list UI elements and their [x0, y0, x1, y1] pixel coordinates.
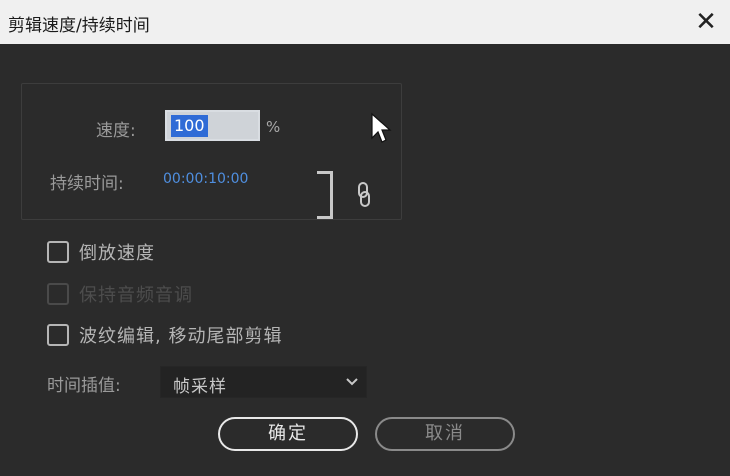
speed-label: 速度:	[96, 121, 136, 141]
reverse-speed-label: 倒放速度	[79, 243, 155, 264]
speed-unit: %	[266, 118, 281, 136]
duration-label: 持续时间:	[50, 174, 124, 194]
close-icon[interactable]: ✕	[688, 4, 724, 40]
cancel-button[interactable]: 取消	[375, 417, 515, 451]
maintain-audio-pitch-label: 保持音频音调	[79, 285, 193, 306]
ripple-edit-label: 波纹编辑, 移动尾部剪辑	[79, 326, 283, 347]
ok-button[interactable]: 确定	[218, 417, 358, 451]
speed-input-value: 100	[171, 115, 208, 137]
time-interpolation-label: 时间插值:	[47, 376, 121, 396]
chevron-down-icon	[346, 378, 358, 386]
link-bracket	[317, 171, 333, 219]
reverse-speed-checkbox-row[interactable]: 倒放速度	[47, 239, 155, 265]
mouse-pointer-icon	[371, 112, 392, 143]
maintain-audio-pitch-checkbox	[47, 283, 69, 305]
chain-link-icon[interactable]	[357, 181, 371, 209]
time-interpolation-select[interactable]: 帧采样	[160, 366, 367, 398]
window-title: 剪辑速度/持续时间	[8, 16, 150, 36]
speed-input[interactable]: 100	[165, 110, 260, 141]
ripple-edit-checkbox-row[interactable]: 波纹编辑, 移动尾部剪辑	[47, 322, 282, 348]
reverse-speed-checkbox[interactable]	[47, 241, 69, 263]
duration-value[interactable]: 00:00:10:00	[163, 171, 248, 187]
speed-duration-group	[21, 83, 402, 220]
time-interpolation-value: 帧采样	[173, 377, 227, 397]
ripple-edit-checkbox[interactable]	[47, 324, 69, 346]
maintain-audio-pitch-checkbox-row: 保持音频音调	[47, 281, 193, 307]
title-bar: 剪辑速度/持续时间 ✕	[0, 0, 730, 44]
